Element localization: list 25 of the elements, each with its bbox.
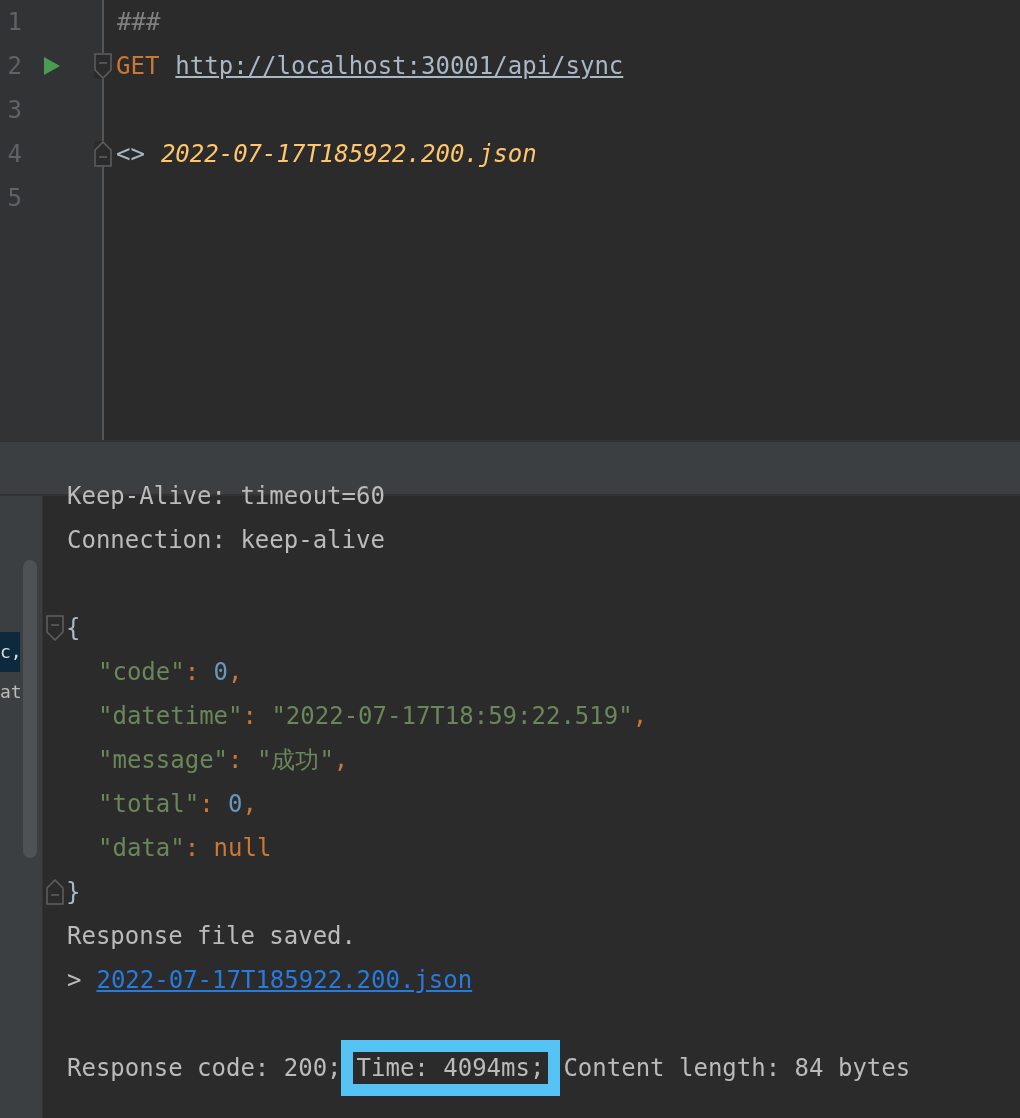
json-brace: {: [66, 614, 81, 642]
prompt-symbol: >: [67, 966, 82, 994]
response-file-name: 2022-07-17T185922.200.json: [160, 140, 537, 168]
response-marker: <>: [116, 140, 145, 168]
json-field: "datetime": "2022-07-17T18:59:22.519",: [98, 702, 648, 730]
status-text: Response code: 200;: [67, 1054, 342, 1082]
json-field: "code": 0,: [98, 658, 243, 686]
comment-text: ###: [117, 8, 161, 36]
console-text: Keep-Alive: timeout=60: [67, 482, 385, 510]
side-panel-item[interactable]: c,: [0, 632, 20, 672]
run-icon[interactable]: [44, 57, 60, 75]
fold-icon[interactable]: [46, 615, 64, 641]
console-text: Connection: keep-alive: [67, 526, 385, 554]
json-field: "total": 0,: [98, 790, 257, 818]
status-text: Content length: 84 bytes: [563, 1054, 911, 1082]
console-text: Response file saved.: [67, 922, 356, 950]
fold-icon[interactable]: [94, 53, 112, 79]
http-method: GET: [116, 52, 160, 80]
request-url[interactable]: http://localhost:30001/api/sync: [175, 52, 624, 80]
json-field: "message": "成功",: [98, 744, 349, 776]
fold-icon[interactable]: [94, 141, 112, 167]
json-brace: }: [66, 878, 81, 906]
json-field: "data": null: [98, 834, 272, 862]
side-panel-item[interactable]: at: [0, 672, 20, 712]
fold-icon[interactable]: [46, 879, 64, 905]
